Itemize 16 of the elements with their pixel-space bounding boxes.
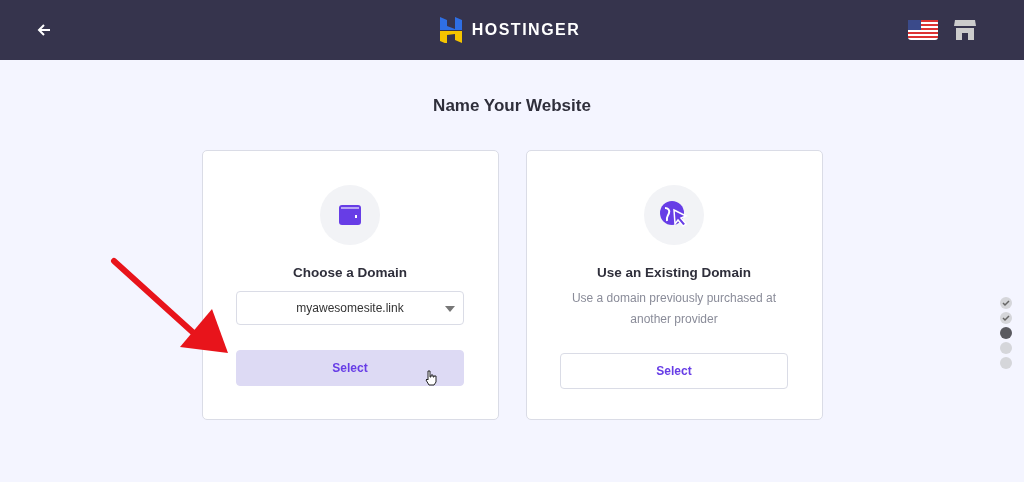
card-heading: Use an Existing Domain <box>597 265 751 280</box>
brand-name: HOSTINGER <box>471 21 581 39</box>
domain-dropdown[interactable]: myawesomesite.link <box>236 291 464 325</box>
card-description: Use a domain previously purchased at another provider <box>570 290 778 328</box>
wallet-icon <box>339 205 361 225</box>
select-button[interactable]: Select <box>560 353 788 389</box>
card-heading: Choose a Domain <box>293 265 407 280</box>
logo-icon <box>439 17 462 43</box>
globe-cursor-icon <box>659 200 689 230</box>
us-flag-icon[interactable] <box>908 20 938 40</box>
store-icon[interactable] <box>954 20 976 40</box>
hand-cursor-icon <box>424 370 437 386</box>
select-button[interactable]: Select <box>236 350 464 386</box>
back-arrow-icon[interactable] <box>36 22 52 38</box>
caret-icon <box>445 306 455 312</box>
page-title: Name Your Website <box>433 96 591 116</box>
